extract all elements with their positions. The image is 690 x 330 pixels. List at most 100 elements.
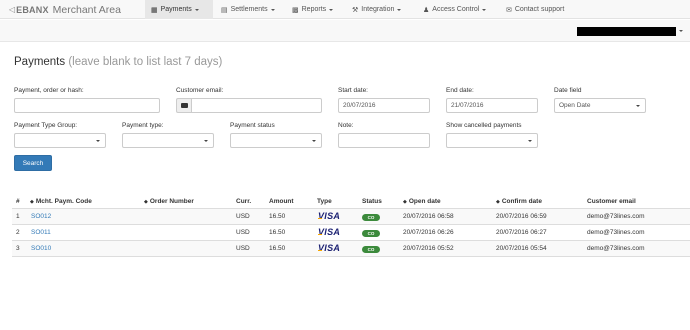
nav-reports[interactable]: ▩ Reports xyxy=(286,0,339,19)
table-row: 1 SO012 USD 16.50 VISA CO 20/07/2016 06:… xyxy=(12,209,690,225)
chart-icon: ▤ xyxy=(221,6,228,14)
sort-icon: ◆ xyxy=(144,199,148,205)
col-header-customer-email: Customer email xyxy=(587,198,636,205)
end-date-input[interactable]: 21/07/2016 xyxy=(446,98,538,113)
customer-email: demo@73lines.com xyxy=(587,245,645,252)
search-button[interactable]: Search xyxy=(14,155,52,171)
payment-type-label: Payment type: xyxy=(122,122,164,129)
customer-email: demo@73lines.com xyxy=(587,213,645,220)
amount: 16.50 xyxy=(269,229,286,236)
payment-order-hash-label: Payment, order or hash: xyxy=(14,87,84,94)
nav-contact-support[interactable]: ✉ Contact support xyxy=(500,0,570,19)
chevron-down-icon xyxy=(96,140,100,142)
nav-reports-label: Reports xyxy=(301,6,327,13)
customer-email-input[interactable] xyxy=(191,98,322,113)
chevron-down-icon xyxy=(312,140,316,142)
status-badge: CO xyxy=(362,245,380,253)
sort-icon: ◆ xyxy=(496,199,500,205)
payment-code-link[interactable]: SO010 xyxy=(31,245,51,252)
chevron-down-icon xyxy=(528,140,532,142)
col-header-mcht-code-label: Mcht. Paym. Code xyxy=(35,198,92,205)
payment-type-group-label: Payment Type Group: xyxy=(14,122,78,129)
visa-icon: VISA xyxy=(318,211,341,221)
user-icon: ♟ xyxy=(423,6,430,14)
sort-icon: ◆ xyxy=(30,199,34,205)
currency: USD xyxy=(236,229,250,236)
page-title-hint: (leave blank to list last 7 days) xyxy=(68,56,223,68)
open-date: 20/07/2016 05:52 xyxy=(403,245,454,252)
col-header-type: Type xyxy=(317,198,332,205)
open-date: 20/07/2016 06:58 xyxy=(403,213,454,220)
confirm-date: 20/07/2016 06:27 xyxy=(496,229,547,236)
nav-access-control[interactable]: ♟ Access Control xyxy=(417,0,492,19)
top-navbar: ◁ EBANX Merchant Area ▦ Payments ▤ Settl… xyxy=(0,0,690,19)
customer-email: demo@73lines.com xyxy=(587,229,645,236)
row-num: 3 xyxy=(16,245,20,252)
chevron-down-icon xyxy=(329,8,334,11)
note-input[interactable] xyxy=(338,133,430,148)
payment-type-select[interactable] xyxy=(122,133,214,148)
chevron-down-icon[interactable] xyxy=(679,30,683,32)
nav-payments-label: Payments xyxy=(160,6,192,13)
nav-integration[interactable]: ⚒ Integration xyxy=(346,0,407,19)
payment-type-group-select[interactable] xyxy=(14,133,106,148)
date-field-label: Date field xyxy=(554,87,582,94)
start-date-input[interactable]: 20/07/2016 xyxy=(338,98,430,113)
nav-access-control-label: Access Control xyxy=(432,6,480,13)
payment-status-label: Payment status xyxy=(230,122,275,129)
col-header-amount: Amount xyxy=(269,198,294,205)
table-row: 2 SO011 USD 16.50 VISA CO 20/07/2016 06:… xyxy=(12,225,690,241)
chevron-down-icon xyxy=(397,8,402,11)
col-header-open-date[interactable]: ◆ Open date xyxy=(403,198,441,205)
row-num: 2 xyxy=(16,229,20,236)
envelope-icon xyxy=(180,103,188,108)
date-field-value: Open Date xyxy=(559,102,591,109)
end-date-label: End date: xyxy=(446,87,474,94)
payment-code-link[interactable]: SO011 xyxy=(31,229,51,236)
page-title: Payments (leave blank to list last 7 day… xyxy=(14,56,222,68)
col-header-num: # xyxy=(16,198,20,205)
chevron-down-icon xyxy=(194,8,199,11)
show-cancelled-label: Show cancelled payments xyxy=(446,122,522,129)
table-row: 3 SO010 USD 16.50 VISA CO 20/07/2016 05:… xyxy=(12,241,690,257)
open-date: 20/07/2016 06:26 xyxy=(403,229,454,236)
book-icon: ▦ xyxy=(151,6,158,14)
nav-contact-support-label: Contact support xyxy=(514,6,565,13)
show-cancelled-select[interactable] xyxy=(446,133,538,148)
col-header-order-number[interactable]: ◆ Order Number xyxy=(144,198,194,205)
chevron-down-icon xyxy=(270,8,275,11)
chevron-down-icon xyxy=(636,105,640,107)
payment-order-hash-input[interactable] xyxy=(14,98,160,113)
col-header-status: Status xyxy=(362,198,382,205)
nav-settlements[interactable]: ▤ Settlements xyxy=(215,0,281,19)
visa-icon: VISA xyxy=(318,243,341,253)
nav-payments[interactable]: ▦ Payments xyxy=(145,0,213,19)
start-date-label: Start date: xyxy=(338,87,368,94)
customer-email-label: Customer email: xyxy=(176,87,224,94)
status-badge: CO xyxy=(362,229,380,237)
page-title-text: Payments xyxy=(14,56,66,68)
col-header-confirm-date[interactable]: ◆ Confirm date xyxy=(496,198,542,205)
nav-integration-label: Integration xyxy=(361,6,395,13)
payment-status-select[interactable] xyxy=(230,133,322,148)
envelope-addon xyxy=(176,98,191,113)
confirm-date: 20/07/2016 05:54 xyxy=(496,245,547,252)
col-header-order-number-label: Order Number xyxy=(149,198,194,205)
user-menu-redacted[interactable] xyxy=(577,27,676,36)
nav-settlements-label: Settlements xyxy=(230,6,268,13)
col-header-open-date-label: Open date xyxy=(408,198,441,205)
col-header-currency: Curr. xyxy=(236,198,252,205)
brand-logo-text: EBANX xyxy=(16,4,49,15)
col-header-mcht-code[interactable]: ◆ Mcht. Paym. Code xyxy=(30,198,92,205)
currency: USD xyxy=(236,213,250,220)
payment-code-link[interactable]: SO012 xyxy=(31,213,51,220)
visa-icon: VISA xyxy=(318,227,341,237)
amount: 16.50 xyxy=(269,245,286,252)
note-label: Note: xyxy=(338,122,354,129)
row-num: 1 xyxy=(16,213,20,220)
chevron-down-icon xyxy=(482,8,487,11)
folder-icon: ▩ xyxy=(292,6,299,14)
date-field-select[interactable]: Open Date xyxy=(554,98,646,113)
brand-title: Merchant Area xyxy=(52,3,121,16)
brand[interactable]: ◁ EBANX Merchant Area xyxy=(9,3,121,16)
